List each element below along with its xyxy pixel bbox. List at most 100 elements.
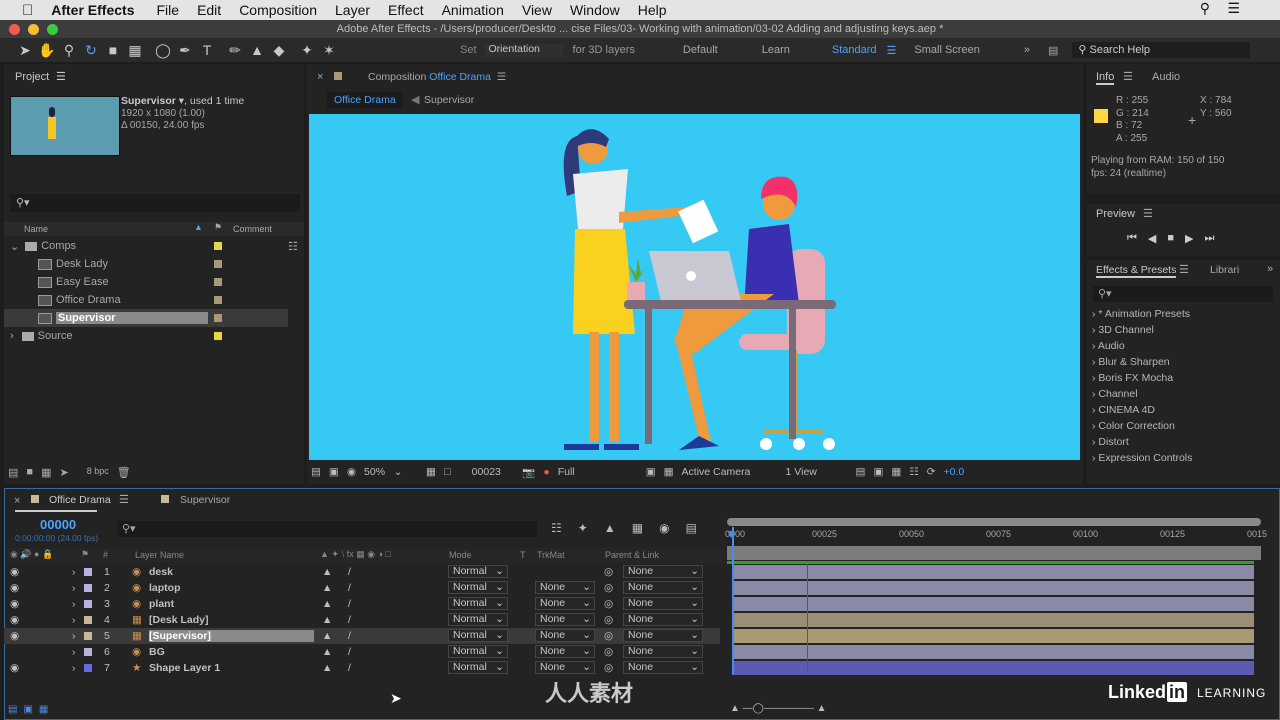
menu-animation[interactable]: Animation xyxy=(442,2,504,18)
project-item-supervisor[interactable]: Supervisor xyxy=(4,309,288,327)
reset-exposure-icon[interactable]: ⟳ xyxy=(927,466,936,478)
layer-label-swatch[interactable] xyxy=(84,616,92,624)
graph-editor-icon[interactable]: ▤ xyxy=(686,521,697,535)
shy-layers-icon[interactable]: ▲ xyxy=(604,521,616,535)
menu-composition[interactable]: Composition xyxy=(239,2,317,18)
selection-tool-icon[interactable]: ➤ xyxy=(14,42,36,59)
collapse-transform-switch-icon[interactable]: ▲ xyxy=(322,662,332,674)
parent-dropdown[interactable]: None ⌄ xyxy=(623,661,703,674)
mode-dropdown[interactable]: Normal ⌄ xyxy=(448,613,508,626)
channel-icon[interactable]: ● xyxy=(543,466,549,478)
layer-label-swatch[interactable] xyxy=(84,664,92,672)
collapse-transform-switch-icon[interactable]: ▲ xyxy=(322,598,332,610)
mode-dropdown[interactable]: Normal ⌄ xyxy=(448,597,508,610)
region-of-interest-icon[interactable]: ▣ xyxy=(646,466,656,478)
pick-whip-icon[interactable]: ◎ xyxy=(604,662,613,674)
quality-switch-icon[interactable]: / xyxy=(348,582,351,594)
composition-viewer[interactable] xyxy=(309,114,1080,460)
workspace-menu-icon[interactable]: ☰ xyxy=(887,44,897,57)
clone-stamp-tool-icon[interactable]: ▲ xyxy=(246,42,268,58)
draft-3d-icon[interactable]: ✦ xyxy=(578,521,588,535)
tab-info[interactable]: Info xyxy=(1096,71,1115,85)
snapshot-icon[interactable]: 📷 xyxy=(522,466,535,479)
layer-name[interactable]: laptop xyxy=(149,582,181,594)
more-tabs-icon[interactable]: » xyxy=(1267,263,1273,275)
tab-effects-presets[interactable]: Effects & Presets xyxy=(1096,264,1177,278)
label-column-icon[interactable]: ⚑ xyxy=(214,222,222,233)
search-help-input[interactable]: ⚲ Search Help xyxy=(1072,42,1251,58)
new-composition-icon[interactable]: ▦ xyxy=(41,466,51,479)
effects-category[interactable]: › Audio xyxy=(1092,340,1125,352)
previous-frame-icon[interactable]: ◀ xyxy=(1148,232,1156,245)
parent-dropdown[interactable]: None ⌄ xyxy=(623,629,703,642)
panel-menu-icon[interactable]: ☰ xyxy=(1123,70,1133,83)
layer-duration-bar[interactable] xyxy=(732,597,1254,611)
layer-name[interactable]: [Desk Lady] xyxy=(149,614,209,626)
effects-category[interactable]: › * Animation Presets xyxy=(1092,308,1190,320)
transfer-controls-toggle-icon[interactable]: ▣ xyxy=(23,704,32,715)
flowchart-icon[interactable]: ☷ xyxy=(288,240,298,253)
selected-item-name[interactable]: Supervisor xyxy=(121,95,176,107)
fast-previews-icon[interactable]: ▣ xyxy=(873,466,883,478)
render-queue-icon[interactable]: ➤ xyxy=(59,466,68,479)
effects-category[interactable]: › 3D Channel xyxy=(1092,324,1154,336)
layer-duration-bar[interactable] xyxy=(732,613,1254,627)
label-swatch[interactable] xyxy=(214,260,222,268)
tab-audio[interactable]: Audio xyxy=(1152,71,1180,83)
expand-layer-icon[interactable]: › xyxy=(72,630,76,642)
expand-layer-icon[interactable]: › xyxy=(72,614,76,626)
layer-row[interactable]: ◉ › 7 ★ Shape Layer 1 ▲ / Normal ⌄ None ⌄ ◎ None ⌄ xyxy=(4,660,720,676)
pen-tool-icon[interactable]: ✒ xyxy=(174,42,196,59)
layer-row[interactable]: ◉ › 4 ▦ [Desk Lady] ▲ / Normal ⌄ None ⌄ ◎ None ⌄ xyxy=(4,612,720,628)
parent-dropdown[interactable]: None ⌄ xyxy=(623,581,703,594)
comment-column-header[interactable]: Comment xyxy=(233,224,272,234)
quality-switch-icon[interactable]: / xyxy=(348,614,351,626)
menu-layer[interactable]: Layer xyxy=(335,2,370,18)
project-search-input[interactable]: ⚲▾ xyxy=(10,194,300,212)
eraser-tool-icon[interactable]: ◆ xyxy=(268,42,290,59)
mode-dropdown[interactable]: Normal ⌄ xyxy=(448,581,508,594)
pick-whip-icon[interactable]: ◎ xyxy=(604,582,613,594)
menu-file[interactable]: File xyxy=(157,2,180,18)
trkmat-dropdown[interactable]: None ⌄ xyxy=(535,613,595,626)
mask-visibility-icon[interactable]: □ xyxy=(444,466,450,478)
trkmat-dropdown[interactable]: None ⌄ xyxy=(535,645,595,658)
layer-duration-bar[interactable] xyxy=(732,581,1254,595)
layer-label-swatch[interactable] xyxy=(84,584,92,592)
effects-category[interactable]: › Color Correction xyxy=(1092,420,1175,432)
view-layout-dropdown[interactable]: 1 View xyxy=(786,466,848,478)
mode-dropdown[interactable]: Normal ⌄ xyxy=(448,629,508,642)
tab-libraries[interactable]: Librari xyxy=(1210,264,1239,276)
expand-layer-icon[interactable]: › xyxy=(72,646,76,658)
effects-category[interactable]: › Distort xyxy=(1092,436,1129,448)
layer-name[interactable]: BG xyxy=(149,646,165,658)
effects-category[interactable]: › Channel xyxy=(1092,388,1138,400)
comp-nav-office-drama[interactable]: Office Drama xyxy=(327,92,403,108)
visibility-eye-icon[interactable]: ◉ xyxy=(10,566,19,578)
close-tab-icon[interactable]: × xyxy=(14,495,20,507)
layer-switches-toggle-icon[interactable]: ▤ xyxy=(8,704,17,715)
preview-title[interactable]: Preview xyxy=(1096,208,1135,220)
quality-switch-icon[interactable]: / xyxy=(348,662,351,674)
roto-brush-tool-icon[interactable]: ✦ xyxy=(296,42,318,59)
timeline-tab-office-drama[interactable]: Office Drama xyxy=(49,494,111,506)
quality-switch-icon[interactable]: / xyxy=(348,630,351,642)
parent-dropdown[interactable]: None ⌄ xyxy=(623,565,703,578)
panel-menu-icon[interactable]: ☰ xyxy=(1179,263,1189,276)
next-frame-icon[interactable]: ▶ xyxy=(1185,232,1193,245)
panel-menu-icon[interactable]: ☰ xyxy=(56,70,66,83)
parent-dropdown[interactable]: None ⌄ xyxy=(623,613,703,626)
workspace-learn[interactable]: Learn xyxy=(762,44,790,56)
layer-name[interactable]: Shape Layer 1 xyxy=(149,662,220,674)
minimize-window-button[interactable] xyxy=(28,24,39,35)
collapse-transform-switch-icon[interactable]: ▲ xyxy=(322,630,332,642)
close-window-button[interactable] xyxy=(9,24,20,35)
layer-row[interactable]: ◉ › 2 ◉ laptop ▲ / Normal ⌄ None ⌄ ◎ None ⌄ xyxy=(4,580,720,596)
trkmat-dropdown[interactable]: None ⌄ xyxy=(535,629,595,642)
visibility-eye-icon[interactable]: ◉ xyxy=(10,598,19,610)
layer-label-swatch[interactable] xyxy=(84,600,92,608)
project-item-comps[interactable]: ⌄ Comps ☷ xyxy=(4,237,304,255)
layer-duration-bar[interactable] xyxy=(732,629,1254,643)
menu-view[interactable]: View xyxy=(522,2,552,18)
effects-category[interactable]: › Blur & Sharpen xyxy=(1092,356,1170,368)
